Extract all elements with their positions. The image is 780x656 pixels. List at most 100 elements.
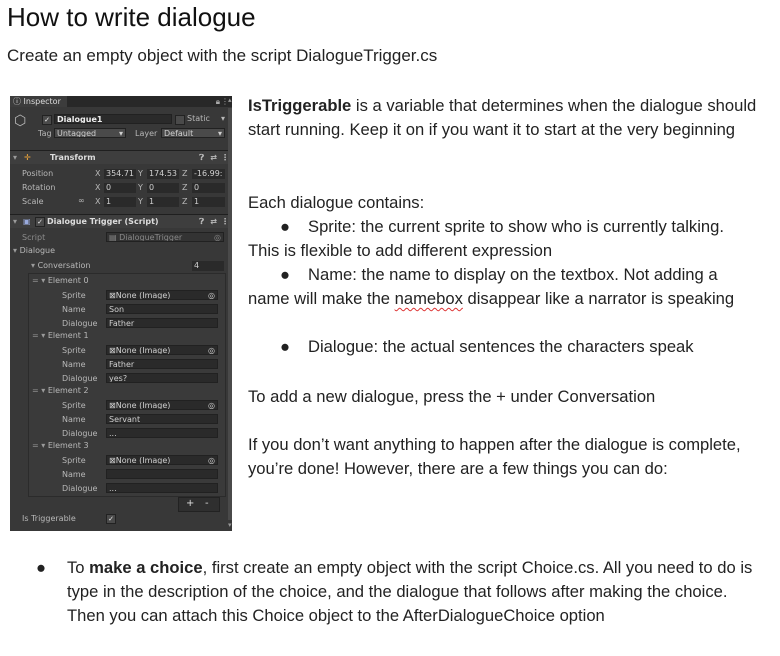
info-icon: ⓘ — [13, 97, 24, 106]
help-icon[interactable]: ❓︎ — [199, 151, 204, 164]
drag-handle-icon[interactable]: = — [32, 441, 39, 450]
scale-z-label[interactable]: Z — [182, 197, 187, 206]
element-foldout[interactable]: = ▾ Element 3 — [32, 441, 89, 450]
static-checkbox[interactable] — [175, 115, 185, 125]
list-buttons: + - — [178, 497, 220, 512]
preset-icon[interactable]: ⇄ — [210, 151, 217, 164]
inspector-tab[interactable]: ⓘ Inspector — [10, 96, 67, 107]
paragraph-add-dialogue: To add a new dialogue, press the + under… — [248, 387, 656, 406]
collapse-arrow-icon: ▾ — [13, 153, 18, 162]
link-scale-icon[interactable]: ∞ — [78, 196, 85, 205]
dialogue-label: Dialogue — [62, 484, 98, 493]
active-checkbox[interactable]: ✓ — [42, 115, 52, 125]
target-icon[interactable]: ◎ — [208, 456, 215, 464]
rot-x-label[interactable]: X — [95, 183, 100, 192]
name-field[interactable]: Servant — [106, 414, 218, 424]
cube-icon: ⬡ — [14, 113, 27, 129]
remove-element-button[interactable]: - — [205, 498, 209, 510]
target-icon[interactable]: ◎ — [208, 401, 215, 409]
is-triggerable-checkbox[interactable]: ✓ — [106, 514, 116, 524]
element-foldout[interactable]: = ▾ Element 1 — [32, 331, 89, 340]
conversation-size-field[interactable]: 4 — [192, 261, 224, 271]
sprite-field[interactable]: ⊠None (Image) ◎ — [106, 400, 218, 410]
pos-z-label[interactable]: Z — [182, 169, 187, 178]
scroll-up-icon[interactable]: ▴ — [228, 96, 232, 104]
image-icon: ⊠ — [109, 291, 116, 300]
rot-z-label[interactable]: Z — [182, 183, 187, 192]
pos-z-field[interactable]: -16.99: — [192, 169, 225, 179]
dialogue-foldout[interactable]: ▾ Dialogue — [13, 246, 55, 255]
scale-y-field[interactable]: 1 — [147, 197, 179, 207]
layer-dropdown[interactable]: Default ▾ — [161, 128, 225, 138]
scale-label: Scale — [22, 197, 44, 206]
scale-z-field[interactable]: 1 — [192, 197, 225, 207]
object-name-field[interactable]: Dialogue1 — [54, 114, 172, 124]
rot-y-field[interactable]: 0 — [147, 183, 179, 193]
dialogue-field[interactable]: Father — [106, 318, 218, 328]
dialogue-trigger-header[interactable]: ▾ ▣ ✓ Dialogue Trigger (Script) ❓︎ ⇄ ⋮ — [10, 214, 232, 228]
inspector-tabbar: ⓘ Inspector 🔒︎ ⋮ — [10, 96, 232, 107]
dialogue-field[interactable]: yes? — [106, 373, 218, 383]
scroll-down-icon[interactable]: ▾ — [228, 521, 232, 529]
scale-x-label[interactable]: X — [95, 197, 100, 206]
sprite-label: Sprite — [62, 401, 86, 410]
lock-icon[interactable]: 🔒︎ — [216, 96, 220, 107]
chevron-down-icon: ▾ — [118, 129, 123, 138]
layer-label: Layer — [135, 129, 158, 138]
pos-x-label[interactable]: X — [95, 169, 100, 178]
element-foldout[interactable]: = ▾ Element 2 — [32, 386, 89, 395]
pos-x-field[interactable]: 354.71 — [104, 169, 136, 179]
drag-handle-icon[interactable]: = — [32, 386, 39, 395]
sprite-label: Sprite — [62, 346, 86, 355]
script-file-icon: ▤ — [109, 233, 120, 242]
sprite-field[interactable]: ⊠None (Image) ◎ — [106, 455, 218, 465]
transform-axis-icon: ✛ — [24, 153, 31, 162]
pos-y-label[interactable]: Y — [138, 169, 143, 178]
drag-handle-icon[interactable]: = — [32, 331, 39, 340]
sprite-label: Sprite — [62, 456, 86, 465]
scale-x-field[interactable]: 1 — [104, 197, 136, 207]
transform-header[interactable]: ▾ ✛ Transform ❓︎ ⇄ ⋮ — [10, 150, 232, 164]
sprite-label: Sprite — [62, 291, 86, 300]
sprite-field[interactable]: ⊠None (Image) ◎ — [106, 345, 218, 355]
name-field[interactable] — [106, 469, 218, 479]
pos-y-field[interactable]: 174.53 — [147, 169, 179, 179]
component-enabled-checkbox[interactable]: ✓ — [35, 217, 45, 227]
element-foldout[interactable]: = ▾ Element 0 — [32, 276, 89, 285]
target-icon[interactable]: ◎ — [208, 291, 215, 299]
name-label: Name — [62, 415, 86, 424]
bullet-make-choice: To make a choice, first create an empty … — [67, 558, 753, 625]
name-label: Name — [62, 305, 86, 314]
script-field: ▤ DialogueTrigger ◎ — [106, 232, 224, 242]
name-field[interactable]: Son — [106, 304, 218, 314]
static-dropdown-icon[interactable]: ▾ — [221, 114, 225, 123]
paragraph-after-dialogue: If you don’t want anything to happen aft… — [248, 435, 741, 478]
dialogue-field[interactable]: ... — [106, 483, 218, 493]
target-icon[interactable]: ◎ — [208, 346, 215, 354]
conversation-foldout[interactable]: ▾ Conversation — [31, 261, 90, 270]
static-label: Static — [187, 114, 210, 123]
rot-z-field[interactable]: 0 — [192, 183, 225, 193]
sprite-field[interactable]: ⊠None (Image) ◎ — [106, 290, 218, 300]
dialogue-field[interactable]: ... — [106, 428, 218, 438]
page-title: How to write dialogue — [7, 2, 256, 32]
scrollbar[interactable] — [228, 108, 232, 520]
add-element-button[interactable]: + — [186, 498, 194, 510]
bullet-name: Name: the name to display on the textbox… — [248, 265, 735, 308]
scale-y-label[interactable]: Y — [138, 197, 143, 206]
rot-x-field[interactable]: 0 — [104, 183, 136, 193]
name-label: Name — [62, 360, 86, 369]
preset-icon[interactable]: ⇄ — [210, 215, 217, 228]
drag-handle-icon[interactable]: = — [32, 276, 39, 285]
script-label: Script — [22, 233, 46, 242]
tag-dropdown[interactable]: Untagged ▾ — [54, 128, 126, 138]
image-icon: ⊠ — [109, 401, 116, 410]
position-label: Position — [22, 169, 54, 178]
inspector-panel: ⓘ Inspector 🔒︎ ⋮ ⬡ ✓ Dialogue1 Static ▾ … — [10, 96, 232, 531]
name-field[interactable]: Father — [106, 359, 218, 369]
rot-y-label[interactable]: Y — [138, 183, 143, 192]
help-icon[interactable]: ❓︎ — [199, 215, 204, 228]
bullet-sprite: Sprite: the current sprite to show who i… — [248, 217, 724, 260]
tag-label: Tag — [38, 129, 52, 138]
image-icon: ⊠ — [109, 456, 116, 465]
